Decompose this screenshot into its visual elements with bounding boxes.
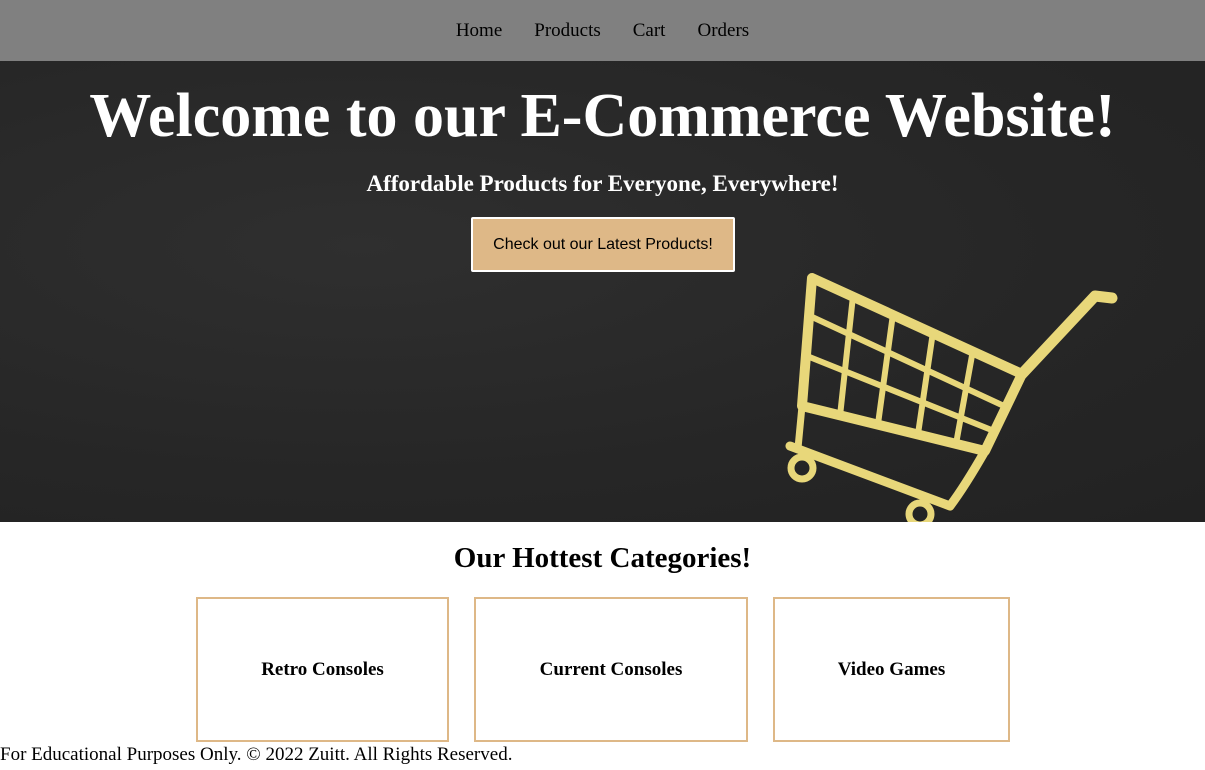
hero-banner: Welcome to our E-Commerce Website! Affor… — [0, 61, 1205, 522]
nav-link-cart[interactable]: Cart — [633, 20, 666, 42]
category-label: Retro Consoles — [261, 658, 384, 680]
nav-link-products[interactable]: Products — [534, 20, 601, 42]
category-card-video-games[interactable]: Video Games — [773, 597, 1010, 742]
navbar: Home Products Cart Orders — [0, 0, 1205, 61]
category-card-current-consoles[interactable]: Current Consoles — [474, 597, 748, 742]
shopping-cart-icon — [785, 273, 1118, 522]
hero-subtitle: Affordable Products for Everyone, Everyw… — [366, 171, 839, 196]
category-label: Current Consoles — [539, 658, 683, 680]
nav-link-orders[interactable]: Orders — [697, 20, 749, 42]
categories-heading: Our Hottest Categories! — [453, 542, 752, 574]
category-card-retro-consoles[interactable]: Retro Consoles — [196, 597, 449, 742]
latest-products-button[interactable]: Check out our Latest Products! — [471, 217, 735, 272]
nav-link-home[interactable]: Home — [456, 20, 502, 42]
footer-text: For Educational Purposes Only. © 2022 Zu… — [0, 744, 513, 765]
hero-title: Welcome to our E-Commerce Website! — [89, 82, 1116, 150]
category-label: Video Games — [837, 658, 946, 680]
